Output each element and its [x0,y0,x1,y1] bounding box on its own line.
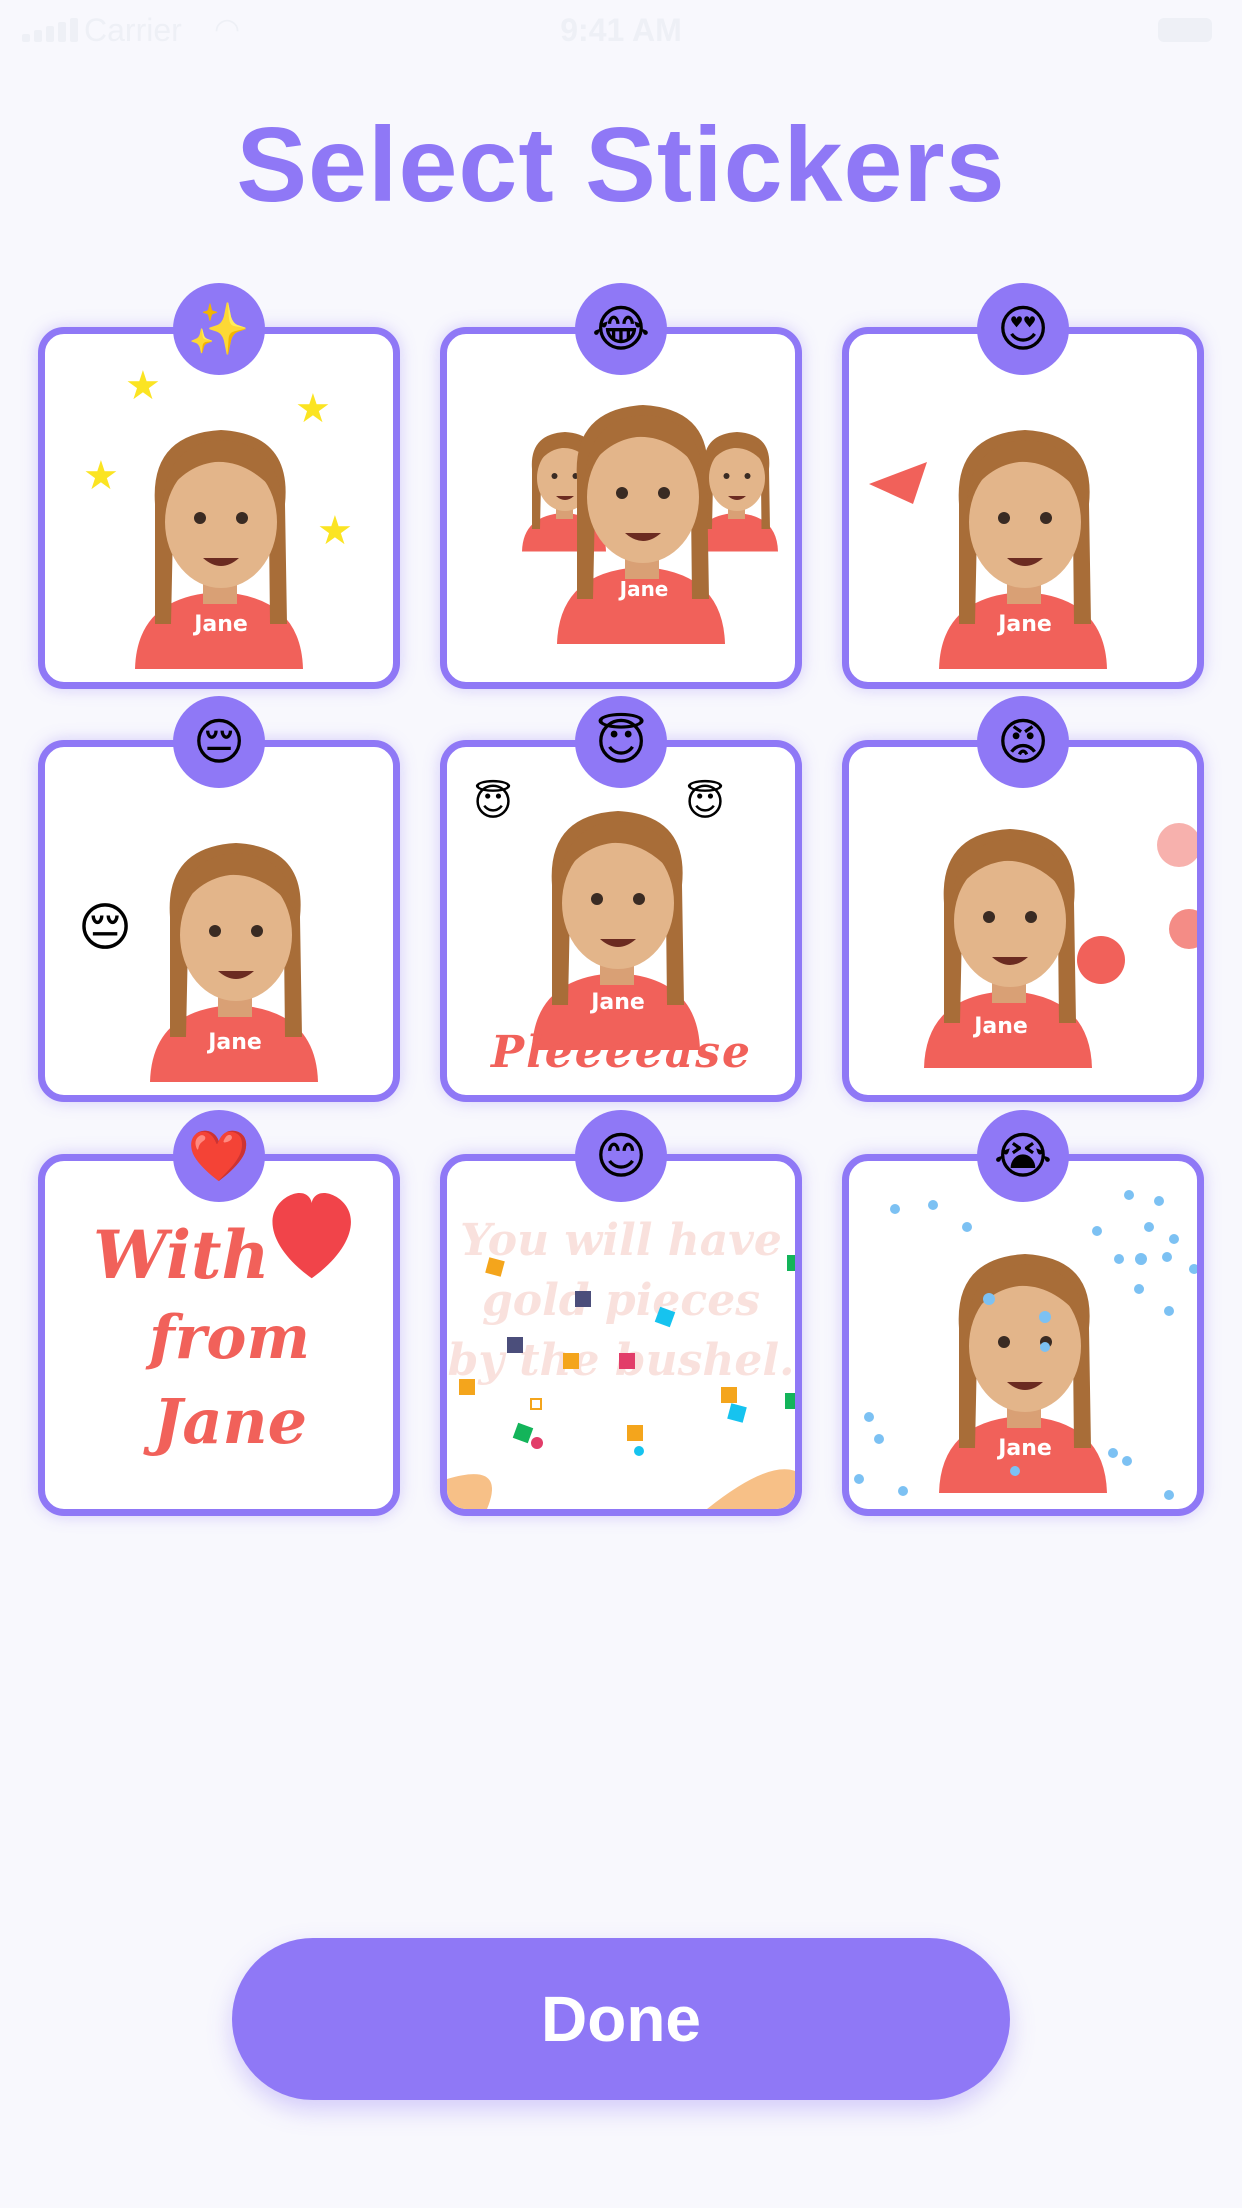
angel-face-icon: 😇 [685,779,725,824]
sticker-tile-crying[interactable]: Jane [842,1154,1204,1516]
page-title: Select Stickers [236,106,1006,224]
sticker-art: Jane [522,405,778,644]
pensive-icon: 😔 [173,696,265,788]
heart-icon [272,1192,351,1279]
crying-icon: 😭 [977,1110,1069,1202]
sticker-tile-gold[interactable]: You will have gold pieces by the bushel. [440,1154,802,1516]
name-tag: Jane [996,612,1052,637]
angry-face-icon [1169,909,1197,949]
angry-face-icon [1077,936,1125,984]
sticker-art: 😔 Jane [78,843,318,1082]
angel-face-icon: 😇 [473,779,513,824]
sticker-tile-angry[interactable]: Jane [842,740,1204,1102]
sticker-tile-pensive[interactable]: 😔 Jane [38,740,400,1102]
sticker-tile-heart-eyes[interactable]: Jane [842,327,1204,689]
name-tag: Jane [589,990,645,1015]
sticker-art: Jane [924,823,1197,1068]
star-icon: ★ [83,453,119,499]
battery-icon [1158,18,1212,42]
sticker-art [447,1255,795,1509]
halo-icon: 😇 [575,696,667,788]
sticker-art [272,1192,351,1279]
done-button[interactable]: Done [232,1938,1010,2100]
status-bar: Carrier ◠ 9:41 AM [0,0,1242,60]
laughing-icon: 😂 [575,283,667,375]
name-tag: Jane [206,1030,262,1055]
star-icon: ★ [317,508,353,554]
sticker-tile-with-love[interactable]: With from Jane [38,1154,400,1516]
star-icon: ★ [295,386,331,432]
sticker-art: ★ ★ ★ ★ Jane [83,363,353,669]
sticker-art: Jane [869,430,1107,669]
paper-plane-icon [869,462,927,504]
status-time: 9:41 AM [560,12,682,48]
sticker-tile-angel[interactable]: 😇 😇 Jane Pleeeease [440,740,802,1102]
heart-eyes-icon: 😍 [977,283,1069,375]
sparkles-icon: ✨ [173,283,265,375]
pensive-face-icon: 😔 [78,898,132,958]
name-tag: Jane [192,612,248,637]
smiling-face-icon: 😊 [575,1110,667,1202]
name-tag: Jane [972,1014,1028,1039]
sticker-tile-sparkle[interactable]: ★ ★ ★ ★ Jane [38,327,400,689]
angry-face-icon [1157,823,1197,867]
angry-icon: 😡 [977,696,1069,788]
red-heart-icon: ❤️ [173,1110,265,1202]
star-icon: ★ [125,363,161,409]
sticker-caption: Pleeeease [491,1027,753,1078]
sticker-tile-laughing[interactable]: Jane [440,327,802,689]
name-tag: Jane [996,1436,1052,1461]
name-tag: Jane [618,577,669,601]
sticker-art: Jane [854,1190,1197,1500]
